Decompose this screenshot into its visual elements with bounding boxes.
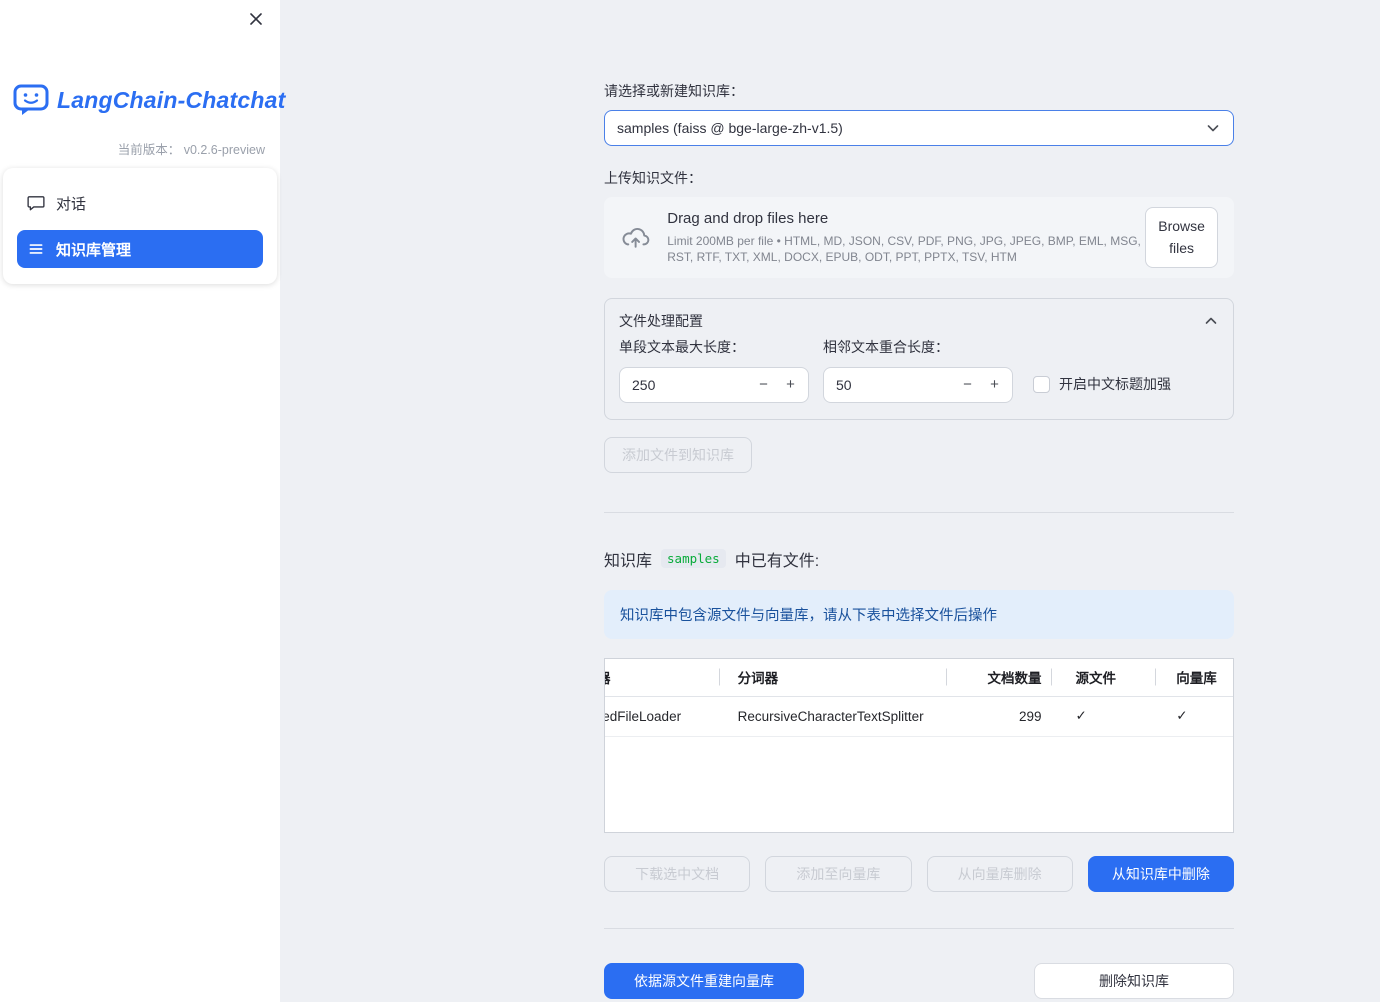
- file-uploader-dropzone[interactable]: Drag and drop files here Limit 200MB per…: [604, 197, 1234, 278]
- sidebar-item-chat[interactable]: 对话: [17, 184, 263, 222]
- langchain-chatchat-logo-icon: [13, 84, 49, 115]
- zh-title-enhance-checkbox-group: 开启中文标题加强: [1033, 376, 1171, 394]
- sidebar-item-kb-management[interactable]: 知识库管理: [17, 230, 263, 268]
- sidebar-item-label: 对话: [56, 195, 87, 213]
- chunk-size-input[interactable]: − +: [619, 366, 809, 403]
- cell-vector-store-check: ✓: [1176, 708, 1188, 723]
- chunk-size-minus-button[interactable]: −: [750, 376, 777, 393]
- list-icon: [29, 244, 43, 254]
- header-cell-splitter[interactable]: 分词器: [720, 659, 947, 696]
- zh-title-enhance-checkbox[interactable]: [1033, 376, 1050, 394]
- header-cell-loader[interactable]: 文档加载器: [605, 659, 720, 696]
- info-banner: 知识库中包含源文件与向量库，请从下表中选择文件后操作: [604, 589, 1234, 639]
- chevron-up-icon: [1205, 317, 1217, 324]
- table-row[interactable]: UnstructuredFileLoader RecursiveCharacte…: [605, 697, 1233, 737]
- kb-files-heading-suffix: 中已有文件:: [734, 552, 820, 570]
- header-cell-source-file[interactable]: 源文件: [1052, 659, 1157, 696]
- version-value: v0.2.6-preview: [183, 143, 265, 157]
- file-config-expander-header[interactable]: 文件处理配置: [605, 299, 1233, 331]
- overlap-size-minus-button[interactable]: −: [954, 376, 981, 393]
- kb-selected-value: samples (faiss @ bge-large-zh-v1.5): [617, 119, 843, 136]
- version-label: 当前版本：: [117, 143, 181, 157]
- expander-title: 文件处理配置: [619, 313, 703, 329]
- add-files-to-kb-button[interactable]: 添加文件到知识库: [604, 436, 752, 473]
- header-cell-vector-store[interactable]: 向量库: [1156, 659, 1233, 696]
- delete-from-vectorstore-button[interactable]: 从向量库删除: [926, 855, 1073, 892]
- cell-splitter: RecursiveCharacterTextSplitter: [737, 708, 924, 724]
- kb-select-label: 请选择或新建知识库：: [604, 83, 744, 99]
- overlap-size-label: 相邻文本重合长度：: [823, 339, 949, 355]
- download-selected-button[interactable]: 下载选中文档: [604, 855, 751, 892]
- chunk-size-plus-button[interactable]: +: [777, 376, 804, 393]
- delete-from-kb-button[interactable]: 从知识库中删除: [1087, 855, 1234, 892]
- kb-management-page: 请选择或新建知识库： samples (faiss @ bge-large-zh…: [604, 0, 1234, 999]
- cell-loader: UnstructuredFileLoader: [605, 708, 682, 724]
- close-icon: [250, 13, 262, 25]
- chunk-size-label: 单段文本最大长度：: [619, 339, 745, 355]
- divider: [604, 511, 1234, 513]
- uploader-title: Drag and drop files here: [667, 209, 829, 227]
- kb-action-buttons: 依据源文件重建向量库 删除知识库: [604, 962, 1234, 999]
- kb-name-code: samples: [661, 549, 726, 568]
- file-config-body: 单段文本最大长度： − + 相邻文本重合长度： − + 开启中文标题加强: [605, 331, 1233, 419]
- rebuild-vectorstore-button[interactable]: 依据源文件重建向量库: [604, 962, 804, 999]
- app-logo: LangChain-Chatchat: [13, 84, 286, 116]
- uploader-text: Drag and drop files here Limit 200MB per…: [667, 210, 1145, 265]
- kb-files-table[interactable]: 文档加载器 分词器 文档数量 源文件 向量库 UnstructuredFileL…: [604, 657, 1234, 833]
- cell-source-file-check: ✓: [1075, 708, 1087, 723]
- zh-title-enhance-label: 开启中文标题加强: [1059, 376, 1171, 392]
- browse-files-button[interactable]: Browse files: [1145, 206, 1218, 269]
- table-header-row: 文档加载器 分词器 文档数量 源文件 向量库: [605, 659, 1233, 697]
- app-logo-text: LangChain-Chatchat: [57, 86, 286, 113]
- add-to-vectorstore-button[interactable]: 添加至向量库: [765, 855, 912, 892]
- kb-files-heading-prefix: 知识库: [604, 552, 653, 570]
- header-cell-doc-count[interactable]: 文档数量: [947, 659, 1052, 696]
- chat-bubble-icon: [27, 196, 45, 211]
- kb-selectbox[interactable]: samples (faiss @ bge-large-zh-v1.5): [604, 109, 1234, 146]
- close-sidebar-icon[interactable]: [246, 9, 266, 29]
- sidebar-menu: 对话 知识库管理: [3, 168, 277, 284]
- chunk-size-value[interactable]: [632, 376, 750, 393]
- overlap-size-value[interactable]: [836, 376, 954, 393]
- sidebar-item-label: 知识库管理: [56, 241, 132, 259]
- version-text: 当前版本： v0.2.6-preview: [118, 139, 265, 158]
- uploader-limit-text: Limit 200MB per file • HTML, MD, JSON, C…: [667, 233, 1141, 264]
- file-action-buttons: 下载选中文档 添加至向量库 从向量库删除 从知识库中删除: [604, 855, 1234, 892]
- cell-doc-count: 299: [1018, 708, 1042, 724]
- file-config-expander: 文件处理配置 单段文本最大长度： − + 相邻文本重合长度： − +: [604, 298, 1234, 420]
- overlap-size-plus-button[interactable]: +: [981, 376, 1008, 393]
- chunk-size-field: 单段文本最大长度： − +: [619, 339, 809, 403]
- sidebar: LangChain-Chatchat 当前版本： v0.2.6-preview …: [0, 0, 285, 1002]
- kb-files-heading: 知识库 samples 中已有文件:: [604, 547, 1234, 571]
- cloud-upload-icon: [622, 227, 650, 248]
- upload-files-label: 上传知识文件：: [604, 169, 702, 186]
- delete-kb-button[interactable]: 删除知识库: [1034, 962, 1234, 999]
- divider: [604, 927, 1234, 929]
- chevron-down-icon: [1207, 124, 1219, 131]
- overlap-size-field: 相邻文本重合长度： − +: [823, 339, 1013, 403]
- overlap-size-input[interactable]: − +: [823, 366, 1013, 403]
